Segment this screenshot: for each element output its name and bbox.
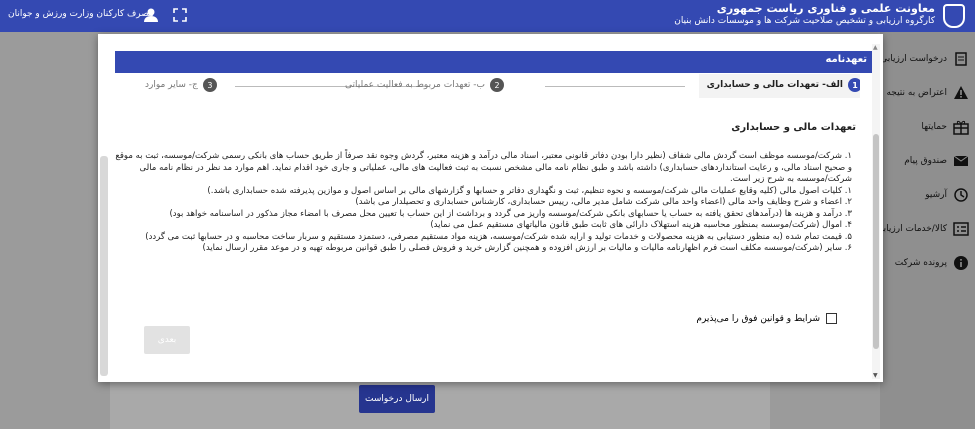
app-subtitle: کارگروه ارزیابی و تشخیص صلاحیت شرکت ها و…	[674, 16, 935, 26]
emblem-logo	[943, 4, 965, 28]
sidebar-item-inbox[interactable]: صندوق پیام	[880, 144, 975, 178]
commitment-item: ۵. قیمت تمام شده (به منظور دستیابی به هز…	[145, 231, 852, 242]
step-label: ج- سایر موارد	[145, 80, 198, 90]
inner-scrollbar[interactable]	[100, 156, 108, 376]
sidebar-item-company-file[interactable]: پرونده شرکت	[880, 246, 975, 280]
sidebar-item-objection[interactable]: اعتراض به نتیجه	[880, 76, 975, 110]
sidebar-item-products[interactable]: کالا/خدمات ارزیابی	[880, 212, 975, 246]
list-icon	[953, 222, 969, 236]
sidebar-item-label: اعتراض به نتیجه	[886, 88, 947, 98]
sidebar: درخواست ارزیابی اعتراض به نتیجه حمایتها …	[880, 32, 975, 429]
gift-icon	[953, 120, 969, 135]
mail-icon	[953, 155, 969, 166]
dialog-scrollbar[interactable]: ▲ ▼	[872, 44, 880, 379]
dialog-title: تعهدنامه	[115, 51, 877, 73]
history-icon	[954, 188, 968, 202]
sidebar-item-label: پرونده شرکت	[894, 258, 947, 268]
sidebar-item-label: آرشیو	[925, 190, 947, 200]
scrollbar-thumb[interactable]	[873, 134, 879, 349]
step-connector	[545, 86, 685, 87]
next-button[interactable]: بعدی	[144, 326, 190, 354]
sidebar-item-label: درخواست ارزیابی	[880, 54, 947, 64]
commitment-item: ۴. اموال (شرکت/موسسه بمنظور محاسبه هزینه…	[430, 220, 852, 230]
sidebar-item-label: کالا/خدمات ارزیابی	[880, 224, 947, 234]
scroll-down-icon[interactable]: ▼	[873, 372, 878, 379]
commitment-item: ۲. اعضاء و شرح وظایف واحد مالی (اعضاء وا…	[355, 197, 852, 207]
commitment-content: تعهدات مالی و حسابداری ۱. شرکت/موسسه موظ…	[115, 122, 860, 255]
warning-icon	[954, 86, 968, 99]
sidebar-item-label: حمایتها	[921, 122, 947, 132]
step-other[interactable]: 3 ج- سایر موارد	[145, 78, 217, 92]
step-number: 1	[848, 78, 860, 92]
send-request-button[interactable]: ارسال درخواست	[359, 385, 435, 413]
step-number: 3	[202, 78, 217, 92]
commitment-item: ۶. سایر (شرکت/موسسه مکلف است فرم اظهارنا…	[202, 243, 852, 253]
commitment-item: ۱. کلیات اصول مالی (کلیه وقایع عملیات ما…	[207, 185, 852, 196]
step-number: 2	[490, 78, 505, 92]
step-label: ب- تعهدات مربوط به فعالیت عملیاتی	[345, 80, 486, 90]
app-title: معاونت علمی و فناوری ریاست جمهوری	[716, 2, 935, 15]
user-name[interactable]: مصرف کارکنان وزارت ورزش و جوانان	[8, 9, 154, 19]
sidebar-item-label: صندوق پیام	[904, 156, 947, 166]
step-label: الف- تعهدات مالی و حسابداری	[706, 80, 843, 90]
commitment-intro: ۱. شرکت/موسسه موظف است گردش مالی شفاف (ن…	[115, 151, 852, 184]
sidebar-item-archive[interactable]: آرشیو	[880, 178, 975, 212]
sidebar-item-request[interactable]: درخواست ارزیابی	[880, 42, 975, 76]
section-title: تعهدات مالی و حسابداری	[731, 122, 856, 133]
request-icon	[955, 52, 967, 66]
scroll-up-icon[interactable]: ▲	[873, 44, 878, 51]
commitment-item: ۳. درآمد و هزینه ها (درآمدهای تحقق یافته…	[169, 208, 852, 219]
info-icon	[954, 256, 968, 270]
top-bar: معاونت علمی و فناوری ریاست جمهوری کارگرو…	[0, 0, 975, 32]
step-financial[interactable]: 1 الف- تعهدات مالی و حسابداری	[698, 74, 860, 98]
sidebar-item-support[interactable]: حمایتها	[880, 110, 975, 144]
agree-checkbox[interactable]	[826, 313, 837, 324]
stepper: 1 الف- تعهدات مالی و حسابداری 2 ب- تعهدا…	[115, 74, 860, 114]
agree-label[interactable]: شرایط و قوانین فوق را می‌پذیرم	[696, 314, 820, 324]
agree-row: شرایط و قوانین فوق را می‌پذیرم	[115, 313, 837, 324]
commitment-dialog: تعهدنامه 1 الف- تعهدات مالی و حسابداری 2…	[98, 34, 883, 382]
step-operational[interactable]: 2 ب- تعهدات مربوط به فعالیت عملیاتی	[345, 78, 505, 92]
fullscreen-icon[interactable]	[173, 8, 187, 22]
